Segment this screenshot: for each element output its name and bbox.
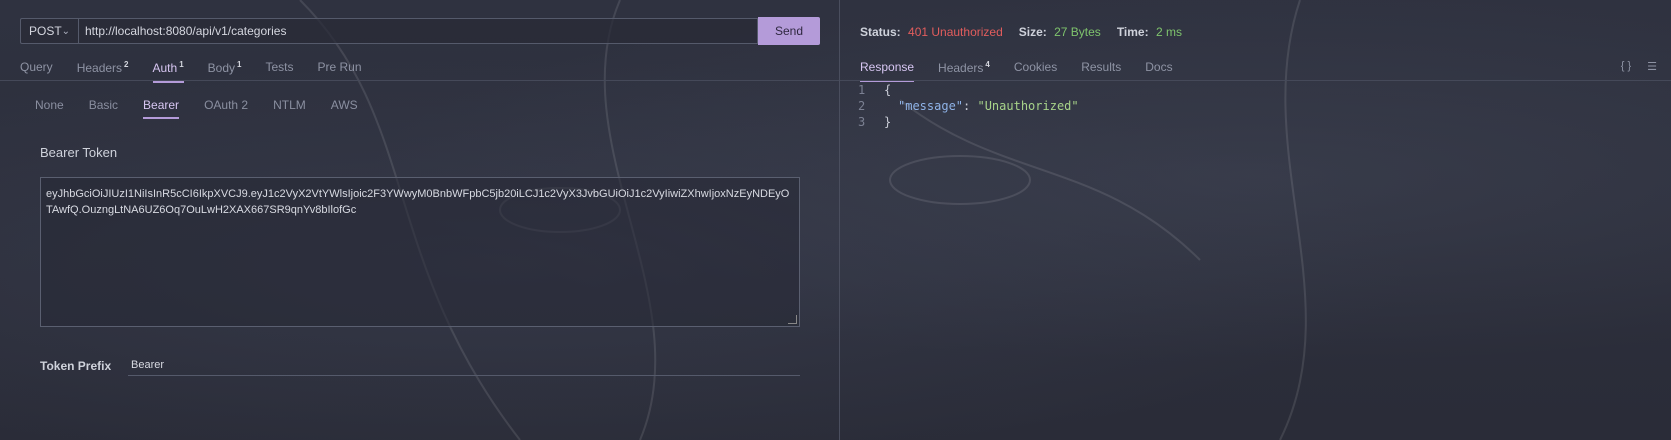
chevron-down-icon: ⌄ bbox=[61, 25, 71, 37]
status-value: 401 Unauthorized bbox=[908, 25, 1003, 39]
auth-tab-oauth-2[interactable]: OAuth 2 bbox=[204, 98, 248, 119]
size-value: 27 Bytes bbox=[1054, 25, 1101, 39]
tab-label: Headers bbox=[76, 61, 123, 75]
tab-label: Query bbox=[20, 60, 53, 74]
response-body: 1 { 2 "message" : "Unauthorized" 3 } bbox=[858, 82, 1079, 130]
auth-tab-ntlm[interactable]: NTLM bbox=[273, 98, 306, 119]
response-tab-headers[interactable]: Headers 4 bbox=[938, 60, 990, 82]
braces-icon[interactable]: { } bbox=[1621, 60, 1631, 73]
auth-tab-aws[interactable]: AWS bbox=[331, 98, 358, 119]
resize-handle-icon[interactable] bbox=[788, 315, 797, 324]
url-input[interactable]: http://localhost:8080/api/v1/categories bbox=[78, 18, 758, 44]
response-tab-cookies[interactable]: Cookies bbox=[1014, 60, 1057, 82]
time-label: Time: bbox=[1116, 25, 1149, 39]
request-pane: POST ⌄ http://localhost:8080/api/v1/cate… bbox=[0, 0, 839, 440]
status-label: Status: bbox=[860, 25, 901, 39]
response-tab-response[interactable]: Response bbox=[860, 60, 915, 82]
tab-badge: 2 bbox=[124, 60, 129, 69]
response-toolbar: { } ☰ bbox=[1605, 60, 1657, 73]
tab-badge: 1 bbox=[179, 60, 184, 69]
tab-label: Results bbox=[1081, 60, 1122, 74]
auth-tab-none[interactable]: None bbox=[35, 98, 64, 119]
line-number: 2 bbox=[858, 99, 866, 113]
response-tab-results[interactable]: Results bbox=[1081, 60, 1121, 82]
response-status-bar: Status: 401 Unauthorized Size: 27 Bytes … bbox=[860, 25, 1198, 39]
auth-tab-basic[interactable]: Basic bbox=[89, 98, 118, 119]
line-number: 3 bbox=[858, 115, 866, 129]
tab-label: Response bbox=[860, 60, 915, 74]
tab-label: Headers bbox=[938, 61, 984, 75]
auth-tab-bearer[interactable]: Bearer bbox=[143, 98, 180, 119]
tab-label: Pre Run bbox=[317, 60, 362, 74]
url-bar: POST ⌄ http://localhost:8080/api/v1/cate… bbox=[20, 17, 820, 46]
tab-badge: 1 bbox=[237, 60, 242, 69]
bearer-token-input[interactable]: eyJhbGciOiJIUzI1NiIsInR5cCI6IkpXVCJ9.eyJ… bbox=[40, 177, 800, 327]
code-text: { bbox=[884, 83, 892, 97]
bearer-token-title: Bearer Token bbox=[40, 145, 118, 160]
tab-label: Auth bbox=[152, 61, 178, 75]
token-prefix-input[interactable]: Bearer bbox=[128, 356, 800, 376]
json-key: "message" bbox=[898, 99, 964, 113]
bearer-token-value: eyJhbGciOiJIUzI1NiIsInR5cCI6IkpXVCJ9.eyJ… bbox=[46, 188, 790, 216]
code-text: } bbox=[884, 115, 892, 129]
method-select[interactable]: POST ⌄ bbox=[20, 18, 78, 44]
tabs-divider bbox=[0, 80, 839, 81]
code-line: 1 { bbox=[858, 82, 1079, 98]
size-label: Size: bbox=[1018, 25, 1047, 39]
tab-badge: 4 bbox=[985, 60, 990, 69]
code-line: 3 } bbox=[858, 114, 1079, 130]
response-pane: Status: 401 Unauthorized Size: 27 Bytes … bbox=[840, 0, 1671, 440]
line-number: 1 bbox=[858, 83, 866, 97]
tab-label: Tests bbox=[265, 60, 294, 74]
response-tabs-divider bbox=[840, 80, 1671, 81]
token-prefix-label: Token Prefix bbox=[40, 359, 112, 373]
tab-label: Docs bbox=[1145, 60, 1173, 74]
method-value: POST bbox=[29, 24, 62, 38]
tab-label: Cookies bbox=[1013, 60, 1058, 74]
auth-type-tabs: None Basic Bearer OAuth 2 NTLM AWS bbox=[35, 98, 383, 119]
send-button[interactable]: Send bbox=[758, 17, 820, 45]
json-value: "Unauthorized" bbox=[977, 99, 1079, 113]
code-line: 2 "message" : "Unauthorized" bbox=[858, 98, 1079, 114]
response-tab-docs[interactable]: Docs bbox=[1145, 60, 1172, 82]
response-tabs: Response Headers 4 Cookies Results Docs bbox=[860, 60, 1197, 82]
time-value: 2 ms bbox=[1155, 25, 1182, 39]
menu-icon[interactable]: ☰ bbox=[1647, 60, 1657, 73]
tab-label: Body bbox=[207, 61, 235, 75]
json-separator: : bbox=[963, 99, 978, 113]
